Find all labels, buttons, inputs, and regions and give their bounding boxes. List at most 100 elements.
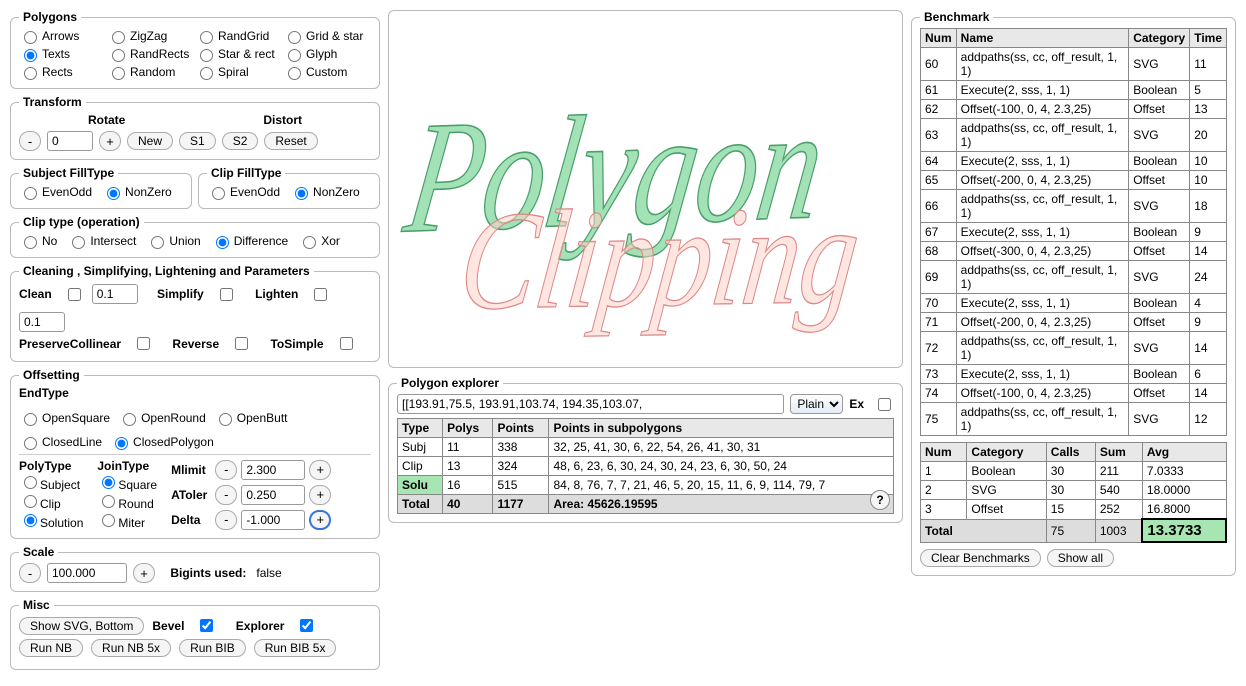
polygon-option-rects[interactable]: Rects bbox=[19, 64, 107, 80]
clip-fill-radio-nonzero[interactable] bbox=[295, 187, 308, 200]
subject-fill-radio-nonzero[interactable] bbox=[107, 187, 120, 200]
endtype-openbutt[interactable]: OpenButt bbox=[214, 410, 288, 426]
polygon-option-zigzag[interactable]: ZigZag bbox=[107, 28, 195, 44]
endtype-openround[interactable]: OpenRound bbox=[118, 410, 206, 426]
polygon-option-glyph[interactable]: Glyph bbox=[283, 46, 371, 62]
clip-type-radio-xor[interactable] bbox=[303, 236, 316, 249]
clip-fill-evenodd[interactable]: EvenOdd bbox=[207, 184, 280, 200]
lighten-checkbox[interactable] bbox=[314, 288, 327, 301]
endtype-radio-closedline[interactable] bbox=[24, 437, 37, 450]
mlimit-value[interactable] bbox=[241, 460, 305, 480]
endtype-opensquare[interactable]: OpenSquare bbox=[19, 410, 110, 426]
explorer-raw-input[interactable] bbox=[397, 394, 784, 414]
transform-new[interactable]: New bbox=[127, 132, 173, 150]
tosimple-checkbox[interactable] bbox=[340, 337, 353, 350]
scale-plus[interactable]: + bbox=[133, 563, 155, 583]
subject-fill-evenodd[interactable]: EvenOdd bbox=[19, 184, 92, 200]
polygon-option-radio-spiral[interactable] bbox=[200, 67, 213, 80]
endtype-radio-opensquare[interactable] bbox=[24, 413, 37, 426]
subject-fill-radio-evenodd[interactable] bbox=[24, 187, 37, 200]
polygon-option-grid-star[interactable]: Grid & star bbox=[283, 28, 371, 44]
delta-plus[interactable]: + bbox=[309, 510, 331, 530]
canvas-panel[interactable]: Polygon Clipping bbox=[388, 10, 903, 368]
polygon-option-custom[interactable]: Custom bbox=[283, 64, 371, 80]
endtype-radio-openround[interactable] bbox=[123, 413, 136, 426]
transform-plus[interactable]: + bbox=[99, 131, 121, 151]
polygon-option-radio-glyph[interactable] bbox=[288, 49, 301, 62]
run-bib-button[interactable]: Run BIB bbox=[179, 639, 246, 657]
polygon-option-radio-random[interactable] bbox=[112, 67, 125, 80]
polygon-option-radio-texts[interactable] bbox=[24, 49, 37, 62]
help-icon[interactable]: ? bbox=[870, 490, 890, 510]
clip-type-xor[interactable]: Xor bbox=[298, 233, 340, 249]
endtype-closedpolygon[interactable]: ClosedPolygon bbox=[110, 434, 214, 450]
clip-type-radio-no[interactable] bbox=[24, 236, 37, 249]
polygon-option-radio-custom[interactable] bbox=[288, 67, 301, 80]
mlimit-minus[interactable]: - bbox=[215, 460, 237, 480]
explorer-format-select[interactable]: Plain bbox=[790, 394, 843, 414]
ex-checkbox[interactable] bbox=[878, 398, 891, 411]
clip-type-union[interactable]: Union bbox=[146, 233, 200, 249]
endtype-closedline[interactable]: ClosedLine bbox=[19, 434, 102, 450]
lighten-value[interactable] bbox=[19, 312, 65, 332]
mlimit-plus[interactable]: + bbox=[309, 460, 331, 480]
polygon-option-random[interactable]: Random bbox=[107, 64, 195, 80]
polygon-option-radio-randgrid[interactable] bbox=[200, 31, 213, 44]
simplify-checkbox[interactable] bbox=[220, 288, 233, 301]
preserve-checkbox[interactable] bbox=[137, 337, 150, 350]
delta-value[interactable] bbox=[241, 510, 305, 530]
polygon-option-randgrid[interactable]: RandGrid bbox=[195, 28, 283, 44]
polygon-option-arrows[interactable]: Arrows bbox=[19, 28, 107, 44]
polygon-option-star-rect[interactable]: Star & rect bbox=[195, 46, 283, 62]
clip-type-radio-union[interactable] bbox=[151, 236, 164, 249]
clip-type-radio-difference[interactable] bbox=[216, 236, 229, 249]
endtype-radio-openbutt[interactable] bbox=[219, 413, 232, 426]
polygon-option-radio-star-rect[interactable] bbox=[200, 49, 213, 62]
clip-type-intersect[interactable]: Intersect bbox=[67, 233, 136, 249]
explorer-checkbox[interactable] bbox=[300, 619, 313, 632]
polytype-clip[interactable]: Clip bbox=[19, 497, 61, 511]
clip-fill-radio-evenodd[interactable] bbox=[212, 187, 225, 200]
clip-fill-nonzero[interactable]: NonZero bbox=[290, 184, 360, 200]
transform-reset[interactable]: Reset bbox=[264, 132, 317, 150]
run-bib5-button[interactable]: Run BIB 5x bbox=[254, 639, 337, 657]
benchmark-row: 70Execute(2, sss, 1, 1)Boolean4 bbox=[921, 294, 1227, 313]
jointype-miter[interactable]: Miter bbox=[97, 516, 145, 530]
reverse-checkbox[interactable] bbox=[235, 337, 248, 350]
clip-type-difference[interactable]: Difference bbox=[211, 233, 288, 249]
polygon-option-texts[interactable]: Texts bbox=[19, 46, 107, 62]
clip-type-no[interactable]: No bbox=[19, 233, 57, 249]
polygon-option-radio-grid-star[interactable] bbox=[288, 31, 301, 44]
scale-value[interactable] bbox=[47, 563, 127, 583]
delta-minus[interactable]: - bbox=[215, 510, 237, 530]
polygon-option-randrects[interactable]: RandRects bbox=[107, 46, 195, 62]
transform-value[interactable] bbox=[47, 131, 93, 151]
transform-s1[interactable]: S1 bbox=[179, 132, 216, 150]
polygon-option-radio-randrects[interactable] bbox=[112, 49, 125, 62]
transform-minus[interactable]: - bbox=[19, 131, 41, 151]
polytype-subject[interactable]: Subject bbox=[19, 478, 80, 492]
clear-benchmarks-button[interactable]: Clear Benchmarks bbox=[920, 549, 1041, 567]
subject-fill-nonzero[interactable]: NonZero bbox=[102, 184, 172, 200]
run-nb5-button[interactable]: Run NB 5x bbox=[91, 639, 171, 657]
clean-checkbox[interactable] bbox=[68, 288, 81, 301]
show-svg-button[interactable]: Show SVG, Bottom bbox=[19, 617, 144, 635]
polygon-option-spiral[interactable]: Spiral bbox=[195, 64, 283, 80]
clean-value[interactable] bbox=[92, 284, 138, 304]
atoler-value[interactable] bbox=[241, 485, 305, 505]
bevel-checkbox[interactable] bbox=[200, 619, 213, 632]
polygon-option-radio-arrows[interactable] bbox=[24, 31, 37, 44]
polytype-solution[interactable]: Solution bbox=[19, 516, 83, 530]
run-nb-button[interactable]: Run NB bbox=[19, 639, 83, 657]
atoler-plus[interactable]: + bbox=[309, 485, 331, 505]
clip-type-radio-intersect[interactable] bbox=[72, 236, 85, 249]
polygon-option-radio-zigzag[interactable] bbox=[112, 31, 125, 44]
endtype-radio-closedpolygon[interactable] bbox=[115, 437, 128, 450]
jointype-round[interactable]: Round bbox=[97, 497, 153, 511]
show-all-button[interactable]: Show all bbox=[1047, 549, 1114, 567]
scale-minus[interactable]: - bbox=[19, 563, 41, 583]
transform-s2[interactable]: S2 bbox=[222, 132, 259, 150]
atoler-minus[interactable]: - bbox=[215, 485, 237, 505]
jointype-square[interactable]: Square bbox=[97, 478, 157, 492]
polygon-option-radio-rects[interactable] bbox=[24, 67, 37, 80]
